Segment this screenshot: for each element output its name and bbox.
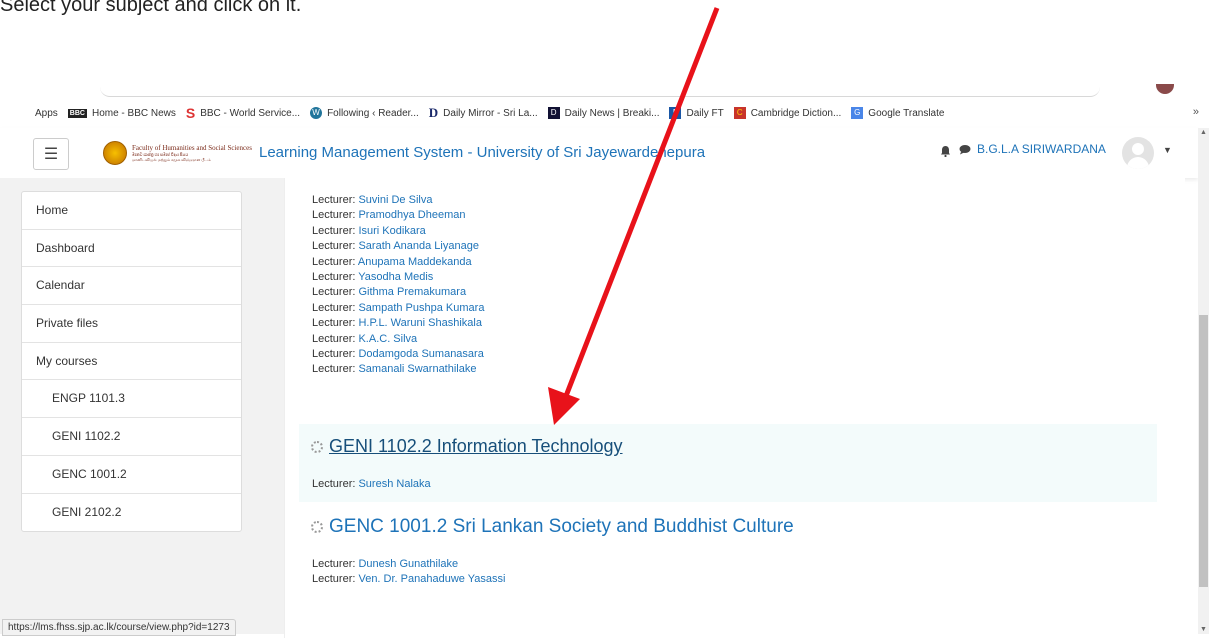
course-lecturer-row: Lecturer: Suresh Nalaka	[312, 478, 431, 490]
faculty-logo-text: Faculty of Humanities and Social Science…	[132, 143, 252, 162]
status-bar-url: https://lms.fhss.sjp.ac.lk/course/view.p…	[2, 619, 236, 636]
lecturer-row: Lecturer: Suvini De Silva	[312, 194, 433, 206]
bookmark-label: Home - BBC News	[91, 107, 176, 119]
lecturer-row: Lecturer: Anupama Maddekanda	[312, 255, 472, 268]
browser-profile-icon[interactable]	[1156, 84, 1174, 94]
bookmark-daily-ft[interactable]: F Daily FT	[669, 107, 724, 119]
user-fullname[interactable]: B.G.L.A SIRIWARDANA	[977, 142, 1106, 156]
sidebar-item-engp-1101-3[interactable]: ENGP 1101.3	[22, 380, 241, 419]
daily-mirror-icon: D	[428, 105, 439, 120]
scrollbar-thumb[interactable]	[1199, 315, 1208, 587]
lecturer-row: Lecturer: Ven. Dr. Panahaduwe Yasassi	[312, 573, 506, 586]
lecturer-link[interactable]: Anupama Maddekanda	[358, 256, 472, 268]
lecturer-row: Lecturer: Dunesh Gunathilake	[312, 558, 459, 570]
site-title-link[interactable]: Learning Management System - University …	[259, 144, 705, 161]
bookmarks-overflow-icon[interactable]: »	[1193, 106, 1199, 118]
course-title-geni-1102-2[interactable]: GENI 1102.2 Information Technology	[311, 436, 623, 457]
lecturer-link[interactable]: Samanali Swarnathilake	[358, 363, 476, 375]
lecturer-row: Lecturer: Githma Premakumara	[312, 286, 467, 299]
google-translate-icon: G	[851, 107, 864, 119]
bookmark-label: Google Translate	[868, 107, 945, 119]
lecturer-row: Lecturer: Samanali Swarnathilake	[312, 363, 477, 376]
lecturer-row: Lecturer: Pramodhya Dheeman	[312, 209, 466, 222]
instruction-text: Select your subject and click on it.	[0, 0, 302, 16]
menu-toggle-button[interactable]: ☰	[33, 138, 69, 170]
bookmark-label: Daily FT	[686, 107, 724, 119]
lecturer-link[interactable]: Ven. Dr. Panahaduwe Yasassi	[358, 573, 505, 585]
lecturer-row: Lecturer: K.A.C. Silva	[312, 332, 418, 345]
lecturer-link[interactable]: Suresh Nalaka	[358, 478, 430, 490]
daily-news-icon: D	[547, 107, 560, 119]
wordpress-icon: W	[310, 107, 323, 119]
course-icon	[311, 441, 323, 453]
lecturer-row: Lecturer: Yasodha Medis	[312, 271, 434, 284]
bookmark-label: BBC - World Service...	[200, 107, 301, 119]
bookmark-bbc-world-service[interactable]: S BBC - World Service...	[186, 105, 300, 121]
course-lecturer-list: Lecturer: Dunesh Gunathilake Lecturer: V…	[312, 557, 505, 588]
sidebar-item-home[interactable]: Home	[22, 192, 241, 230]
apps-grid-icon	[18, 107, 30, 119]
lecturer-row: Lecturer: Sampath Pushpa Kumara	[312, 301, 485, 314]
lecturer-link[interactable]: H.P.L. Waruni Shashikala	[358, 317, 482, 329]
lecturer-link[interactable]: K.A.C. Silva	[358, 333, 417, 345]
user-avatar[interactable]	[1122, 137, 1154, 169]
course-title-link[interactable]: GENC 1001.2 Sri Lankan Society and Buddh…	[329, 516, 794, 537]
bookmark-daily-mirror[interactable]: D Daily Mirror - Sri La...	[429, 105, 538, 121]
lecturer-row: Lecturer: H.P.L. Waruni Shashikala	[312, 317, 482, 330]
bookmark-daily-news[interactable]: D Daily News | Breaki...	[547, 107, 660, 119]
page-scrollbar[interactable]: ▲ ▼	[1198, 128, 1209, 634]
sidebar-item-geni-2102-2[interactable]: GENI 2102.2	[22, 494, 241, 532]
scroll-up-arrow-icon[interactable]: ▲	[1199, 129, 1208, 136]
course-title-genc-1001-2[interactable]: GENC 1001.2 Sri Lankan Society and Buddh…	[311, 516, 794, 538]
bookmark-label: Daily Mirror - Sri La...	[443, 107, 538, 119]
scroll-down-arrow-icon[interactable]: ▼	[1199, 626, 1208, 633]
bookmark-google-translate[interactable]: G Google Translate	[851, 107, 944, 119]
logo-line-english: Faculty of Humanities and Social Science…	[132, 143, 252, 152]
lecturer-link[interactable]: Isuri Kodikara	[358, 225, 425, 237]
course-title-link[interactable]: GENI 1102.2 Information Technology	[329, 436, 623, 456]
content-gutter	[270, 178, 284, 634]
logo-line-tamil: மானிடவியல் மற்றும் சமூக விஞ்ஞான பீடம்	[132, 156, 211, 162]
bookmark-label: Cambridge Diction...	[750, 107, 842, 119]
bookmarks-bar: Apps BBC Home - BBC News S BBC - World S…	[0, 100, 1209, 126]
lecturer-link[interactable]: Githma Premakumara	[358, 286, 466, 298]
bookmark-bbc-news[interactable]: BBC Home - BBC News	[67, 107, 176, 119]
course-icon	[311, 521, 323, 533]
lms-navbar: ☰ Faculty of Humanities and Social Scien…	[0, 128, 1198, 178]
lecturer-link[interactable]: Sarath Ananda Liyanage	[358, 240, 479, 252]
messages-chat-icon[interactable]	[959, 144, 971, 158]
bookmark-cambridge-dictionary[interactable]: C Cambridge Diction...	[733, 107, 842, 119]
lecturer-link[interactable]: Yasodha Medis	[358, 271, 433, 283]
lecturer-link[interactable]: Sampath Pushpa Kumara	[358, 302, 484, 314]
bookmark-label: Daily News | Breaki...	[564, 107, 660, 119]
lecturer-row: Lecturer: Isuri Kodikara	[312, 224, 426, 237]
cambridge-icon: C	[733, 107, 746, 119]
bookmark-wordpress-reader[interactable]: W Following ‹ Reader...	[310, 107, 419, 119]
bbc-world-service-icon: S	[185, 105, 196, 121]
lecturer-link[interactable]: Dodamgoda Sumanasara	[358, 348, 483, 360]
sidebar-item-dashboard[interactable]: Dashboard	[22, 230, 241, 268]
lecturer-link[interactable]: Dunesh Gunathilake	[358, 558, 458, 570]
lecturer-row: Lecturer: Sarath Ananda Liyanage	[312, 240, 479, 253]
bookmark-label: Following ‹ Reader...	[327, 107, 419, 119]
sidebar-item-genc-1001-2[interactable]: GENC 1001.2	[22, 456, 241, 494]
sidebar-item-calendar[interactable]: Calendar	[22, 267, 241, 306]
notifications-bell-icon[interactable]	[940, 145, 951, 160]
lecturer-list: Lecturer: Suvini De Silva Lecturer: Pram…	[312, 193, 484, 378]
lecturer-row: Lecturer: Dodamgoda Sumanasara	[312, 348, 484, 361]
sidebar-item-geni-1102-2[interactable]: GENI 1102.2	[22, 418, 241, 456]
lecturer-link[interactable]: Suvini De Silva	[358, 194, 432, 206]
bookmark-apps[interactable]: Apps	[0, 107, 58, 119]
nav-drawer: Home Dashboard Calendar Private files My…	[21, 191, 242, 533]
sidebar-item-my-courses[interactable]: My courses	[22, 343, 241, 381]
bookmark-label: Apps	[35, 107, 58, 119]
user-menu-caret-icon[interactable]: ▼	[1163, 145, 1172, 155]
browser-address-bar-edge	[100, 82, 1100, 97]
faculty-logo[interactable]: Faculty of Humanities and Social Science…	[103, 141, 252, 165]
sidebar-item-private-files[interactable]: Private files	[22, 305, 241, 343]
lecturer-link[interactable]: Pramodhya Dheeman	[358, 209, 465, 221]
daily-ft-icon: F	[669, 107, 682, 119]
bbc-icon: BBC	[67, 108, 87, 118]
faculty-seal-icon	[103, 141, 127, 165]
